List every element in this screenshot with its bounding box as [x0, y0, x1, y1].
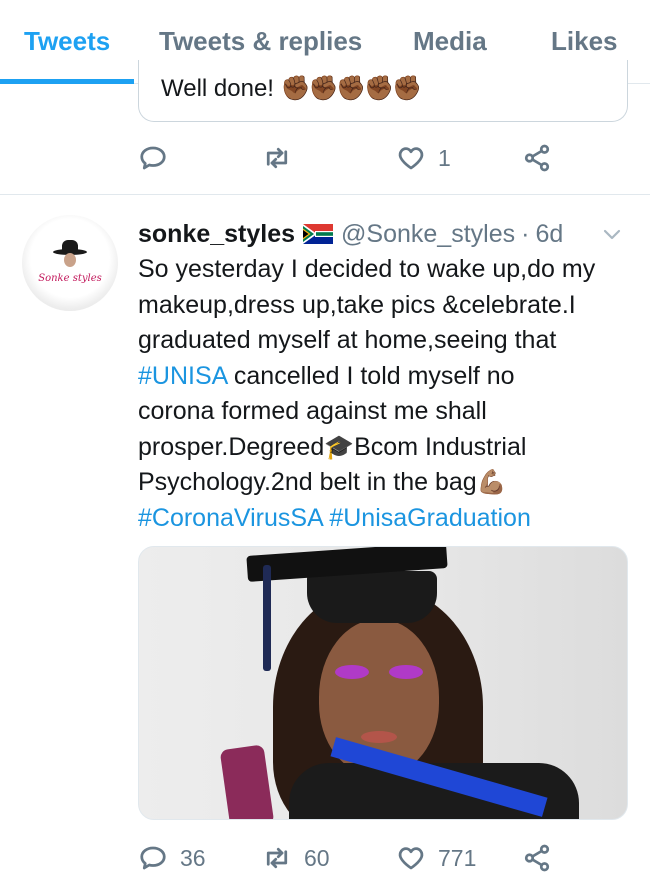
tab-tweets-and-replies[interactable]: Tweets & replies — [159, 26, 362, 57]
chevron-down-icon — [603, 229, 621, 240]
share-icon — [524, 844, 550, 872]
reply-button[interactable]: 36 — [138, 840, 206, 876]
quoted-tweet-text: Well done! ✊🏾✊🏾✊🏾✊🏾✊🏾 — [161, 74, 422, 103]
quoted-tweet-message: Well done! — [161, 75, 274, 102]
tweet-text-line: makeup,dress up,take pics &celebrate.I — [138, 290, 576, 319]
tweet-text-line: prosper.Degreed🎓Bcom Industrial — [138, 430, 638, 466]
like-count: 771 — [438, 844, 477, 871]
tweet-text-line: #UNISA cancelled I told myself no — [138, 359, 638, 395]
tweet-photo[interactable] — [138, 546, 628, 820]
avatar-logo-text: Sonke styles — [38, 273, 102, 284]
retweet-button[interactable] — [262, 140, 304, 176]
previous-tweet-actions: 1 — [138, 140, 558, 176]
south-africa-flag-icon — [303, 224, 334, 244]
hashtag-link[interactable]: #UNISA — [138, 362, 227, 390]
retweet-icon — [266, 147, 288, 169]
quoted-tweet-card[interactable]: Well done! ✊🏾✊🏾✊🏾✊🏾✊🏾 — [138, 60, 628, 122]
user-handle[interactable]: @Sonke_styles — [341, 220, 515, 249]
tweet-menu-button[interactable] — [600, 222, 624, 246]
tweet-actions: 36 60 771 — [138, 840, 558, 876]
separator-dot: · — [521, 219, 530, 248]
reply-button[interactable] — [138, 140, 180, 176]
tab-tweets[interactable]: Tweets — [24, 26, 110, 57]
share-button[interactable] — [522, 140, 552, 176]
share-icon — [524, 144, 550, 172]
like-button[interactable]: 771 — [396, 840, 476, 876]
tweet-text-segment: Bcom Industrial — [354, 432, 527, 461]
tweet-text-segment: Psychology.2nd belt in the bag — [138, 468, 477, 496]
active-tab-indicator — [0, 79, 134, 84]
like-button[interactable]: 1 — [396, 140, 451, 176]
reply-icon — [140, 146, 166, 170]
heart-icon — [398, 147, 424, 170]
tweet-text-line: So yesterday I decided to wake up,do my — [138, 255, 596, 283]
photo-eyeshadow-left — [335, 665, 369, 679]
photo-eyeshadow-right — [389, 665, 423, 679]
tweet-text-line: #CoronaVirusSA #UnisaGraduation — [138, 501, 638, 537]
retweet-icon — [266, 847, 288, 869]
share-button[interactable] — [522, 840, 552, 876]
tweet-text-line: Psychology.2nd belt in the bag💪🏽 — [138, 465, 638, 501]
hashtag-link[interactable]: #CoronaVirusSA — [138, 504, 322, 532]
tweet-timestamp[interactable]: 6d — [535, 220, 563, 249]
avatar-face — [64, 253, 76, 267]
heart-icon — [398, 847, 424, 870]
tweet-text-line: graduated myself at home,seeing that — [138, 326, 557, 354]
photo-tassel — [263, 565, 271, 671]
retweet-button[interactable]: 60 — [262, 840, 330, 876]
avatar[interactable]: Sonke styles — [22, 215, 118, 311]
tweet-text: So yesterday I decided to wake up,do my … — [138, 252, 638, 536]
display-name[interactable]: sonke_styles — [138, 220, 295, 249]
flexed-biceps-emoji: 💪🏽 — [476, 469, 507, 496]
like-count: 1 — [438, 144, 451, 171]
tab-likes[interactable]: Likes — [551, 26, 618, 57]
graduation-cap-emoji: 🎓 — [324, 433, 355, 461]
tweet-text-segment: cancelled I told myself no — [226, 361, 515, 390]
photo-cap-base — [307, 571, 437, 623]
tweet-text-line: corona formed against me shall — [138, 397, 487, 425]
tweet-text-segment: prosper.Degreed — [138, 432, 325, 461]
tweet-divider — [0, 194, 650, 195]
photo-lips — [361, 731, 397, 743]
raised-fists-emoji: ✊🏾✊🏾✊🏾✊🏾✊🏾 — [280, 75, 422, 102]
reply-count: 36 — [180, 844, 206, 871]
hashtag-link[interactable]: #UnisaGraduation — [329, 504, 531, 532]
photo-diploma-scroll — [219, 744, 275, 819]
tab-media[interactable]: Media — [413, 26, 487, 57]
reply-icon — [140, 846, 166, 870]
retweet-count: 60 — [304, 844, 330, 871]
tweet-header: sonke_styles @Sonke_styles · 6d — [138, 218, 563, 250]
